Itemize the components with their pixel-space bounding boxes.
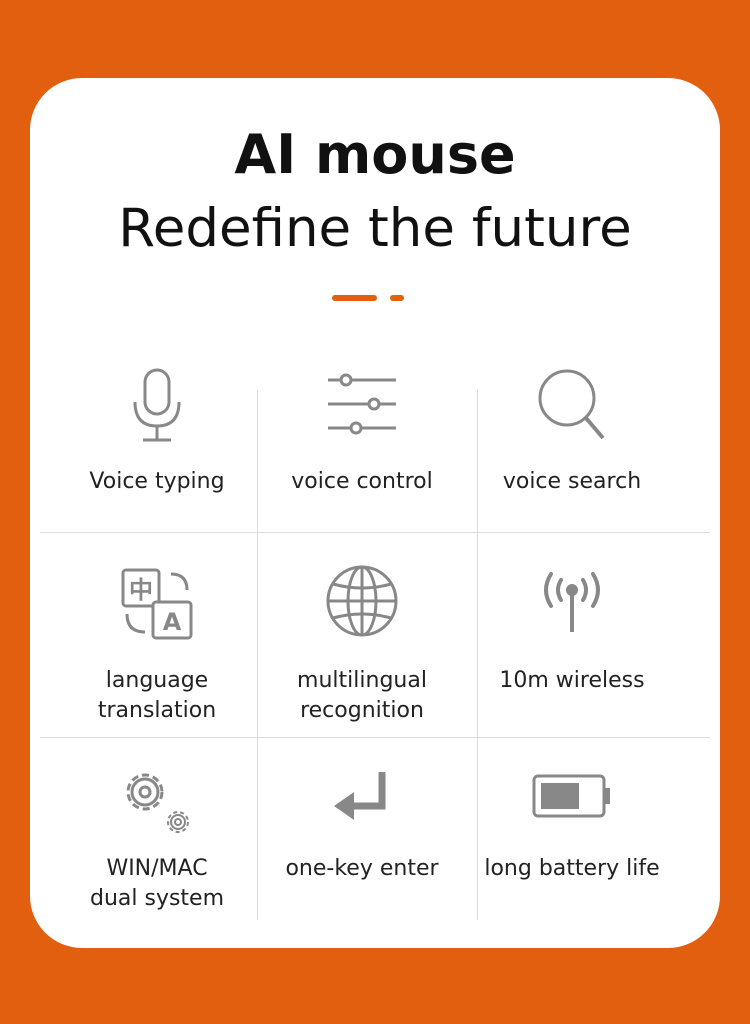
page-subtitle: Redefine the future	[118, 198, 632, 259]
grid-divider-horizontal	[40, 532, 710, 533]
svg-text:中: 中	[129, 576, 153, 604]
feature-label: long battery life	[484, 856, 660, 881]
wireless-antenna-icon	[462, 572, 682, 634]
battery-icon	[462, 774, 682, 820]
page-title: AI mouse	[234, 123, 516, 186]
grid-divider-horizontal	[40, 737, 710, 738]
accent-dash-long	[332, 295, 377, 301]
microphone-icon	[47, 368, 267, 443]
gears-icon	[47, 764, 267, 840]
search-icon	[462, 368, 682, 442]
feature-label: voice search	[502, 469, 642, 494]
globe-icon	[252, 564, 472, 638]
translate-icon: 中 A	[47, 568, 267, 640]
sliders-icon	[252, 370, 472, 436]
svg-text:A: A	[163, 608, 182, 636]
enter-key-icon	[252, 770, 472, 826]
accent-dash-short	[390, 295, 404, 301]
feature-label: 10m wireless	[499, 668, 645, 693]
